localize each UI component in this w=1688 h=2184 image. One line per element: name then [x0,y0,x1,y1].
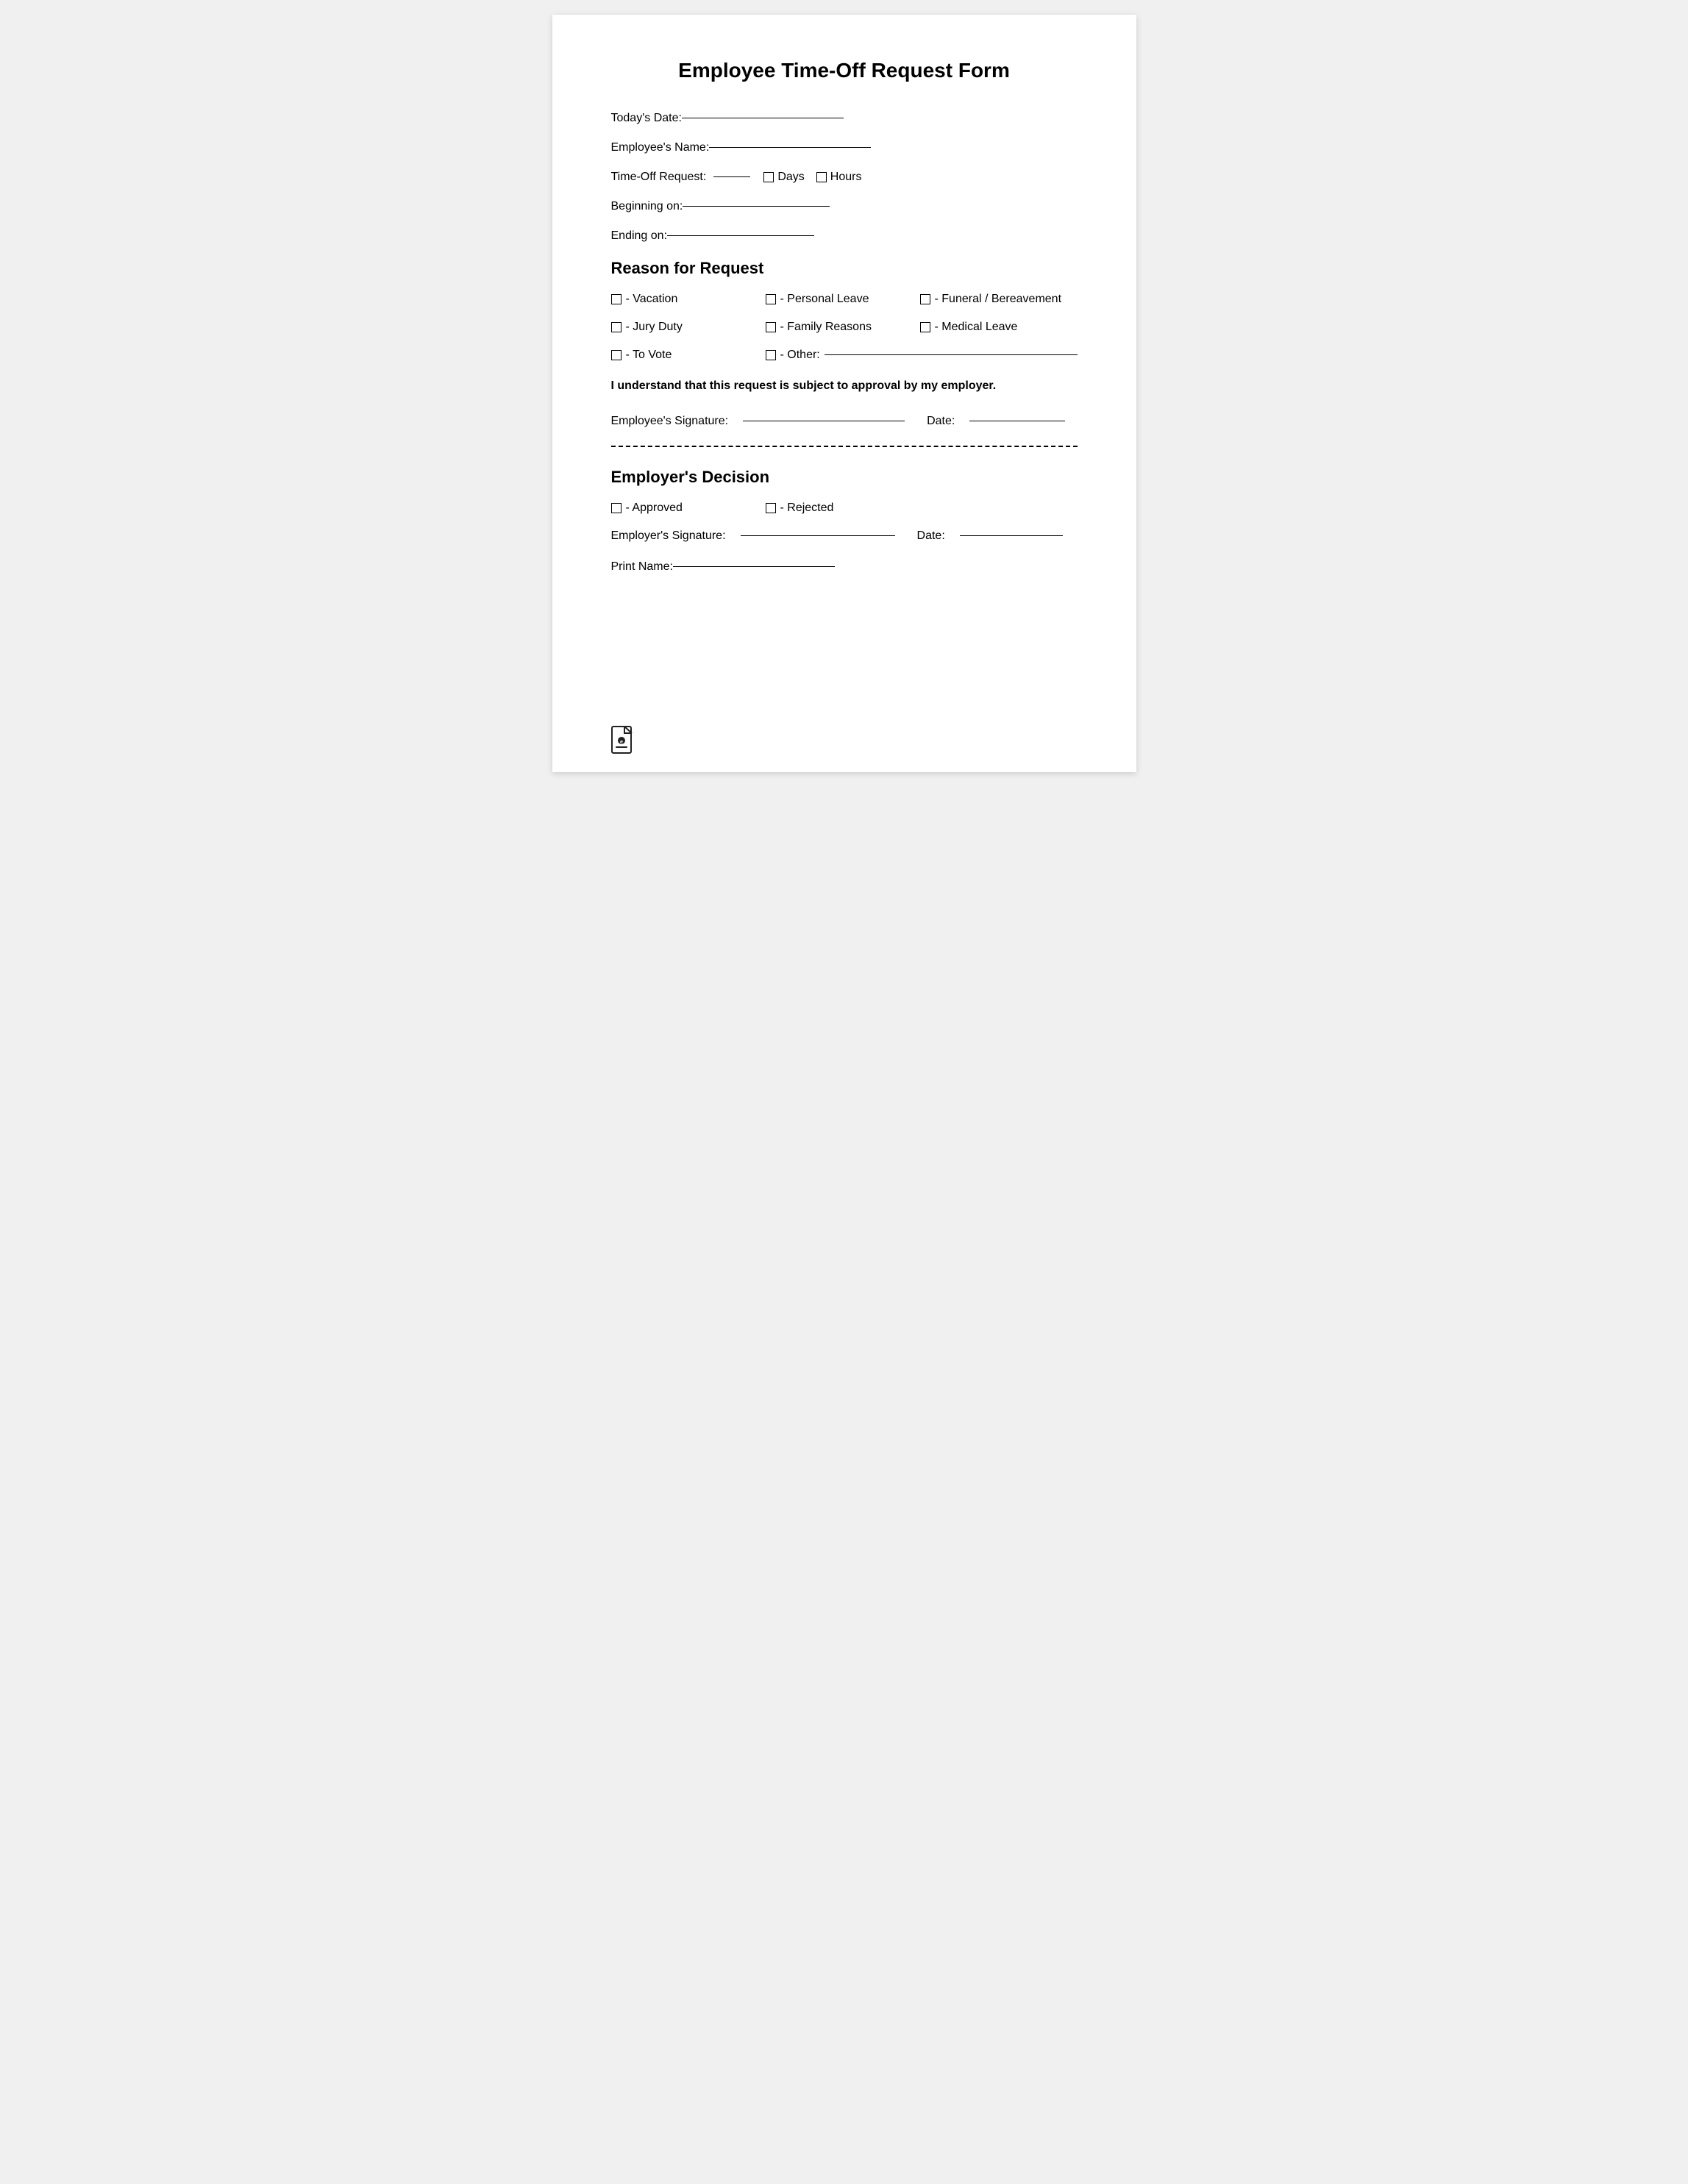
employees-name-label: Employee's Name: [611,141,710,154]
reason-section-heading: Reason for Request [611,259,1078,278]
employer-signature-row: Employer's Signature: Date: [611,529,1078,543]
approved-option: - Approved [611,502,744,515]
funeral-bereavement-checkbox[interactable] [920,294,930,304]
medical-leave-label: - Medical Leave [935,321,1018,334]
personal-leave-label: - Personal Leave [780,293,869,306]
jury-duty-checkbox[interactable] [611,322,622,332]
vacation-checkbox[interactable] [611,294,622,304]
days-label: Days [777,171,804,184]
vacation-label: - Vacation [626,293,678,306]
section-divider [611,446,1078,447]
timeoff-request-label: Time-Off Request: [611,171,707,184]
employee-signature-row: Employee's Signature: Date: [611,415,1078,428]
employee-date-label: Date: [927,415,955,428]
other-label: - Other: [780,349,820,362]
hours-option: Hours [816,171,862,184]
employer-date-underline[interactable] [960,535,1063,536]
ending-on-row: Ending on: [611,229,1078,243]
approved-checkbox[interactable] [611,503,622,513]
family-reasons-option: - Family Reasons [766,321,898,334]
rejected-option: - Rejected [766,502,898,515]
funeral-bereavement-option: - Funeral / Bereavement [920,293,1097,306]
jury-duty-option: - Jury Duty [611,321,744,334]
ending-on-underline[interactable] [667,235,814,236]
hours-checkbox[interactable] [816,172,827,182]
days-checkbox[interactable] [763,172,774,182]
reason-row-2: - Jury Duty - Family Reasons - Medical L… [611,321,1078,334]
rejected-label: - Rejected [780,502,834,515]
funeral-bereavement-label: - Funeral / Bereavement [935,293,1062,306]
beginning-on-label: Beginning on: [611,200,683,213]
employees-name-row: Employee's Name: [611,141,1078,154]
employer-signature-underline[interactable] [741,535,895,536]
ending-on-label: Ending on: [611,229,668,243]
print-name-label: Print Name: [611,560,673,574]
other-underline[interactable] [825,354,1078,355]
todays-date-label: Today's Date: [611,112,682,125]
medical-leave-option: - Medical Leave [920,321,1097,334]
to-vote-option: - To Vote [611,349,744,362]
approved-label: - Approved [626,502,683,515]
personal-leave-checkbox[interactable] [766,294,776,304]
vacation-option: - Vacation [611,293,744,306]
other-option: - Other: [766,349,1078,362]
other-checkbox[interactable] [766,350,776,360]
print-name-row: Print Name: [611,560,1078,574]
employer-date-label: Date: [917,529,945,543]
reason-row-1: - Vacation - Personal Leave - Funeral / … [611,293,1078,306]
decision-row: - Approved - Rejected [611,502,1078,515]
to-vote-label: - To Vote [626,349,672,362]
family-reasons-checkbox[interactable] [766,322,776,332]
jury-duty-label: - Jury Duty [626,321,683,334]
rejected-checkbox[interactable] [766,503,776,513]
reason-row-3: - To Vote - Other: [611,349,1078,362]
employer-section-heading: Employer's Decision [611,468,1078,487]
timeoff-request-row: Time-Off Request: Days Hours [611,171,1078,184]
beginning-on-underline[interactable] [683,206,830,207]
medical-leave-checkbox[interactable] [920,322,930,332]
document-icon: e [611,726,635,754]
approval-text: I understand that this request is subjec… [611,379,1078,393]
form-page: Employee Time-Off Request Form Today's D… [552,15,1136,772]
to-vote-checkbox[interactable] [611,350,622,360]
footer-icon-area: e [611,726,635,757]
employees-name-underline[interactable] [709,147,871,148]
personal-leave-option: - Personal Leave [766,293,898,306]
days-option: Days [763,171,804,184]
days-hours-group: Days Hours [763,171,861,184]
page-title: Employee Time-Off Request Form [611,59,1078,82]
family-reasons-label: - Family Reasons [780,321,872,334]
svg-text:e: e [620,740,623,745]
timeoff-amount-underline[interactable] [713,176,750,177]
beginning-on-row: Beginning on: [611,200,1078,213]
employer-signature-label: Employer's Signature: [611,529,726,543]
hours-label: Hours [830,171,862,184]
todays-date-row: Today's Date: [611,112,1078,125]
print-name-underline[interactable] [673,566,835,567]
employee-signature-label: Employee's Signature: [611,415,729,428]
